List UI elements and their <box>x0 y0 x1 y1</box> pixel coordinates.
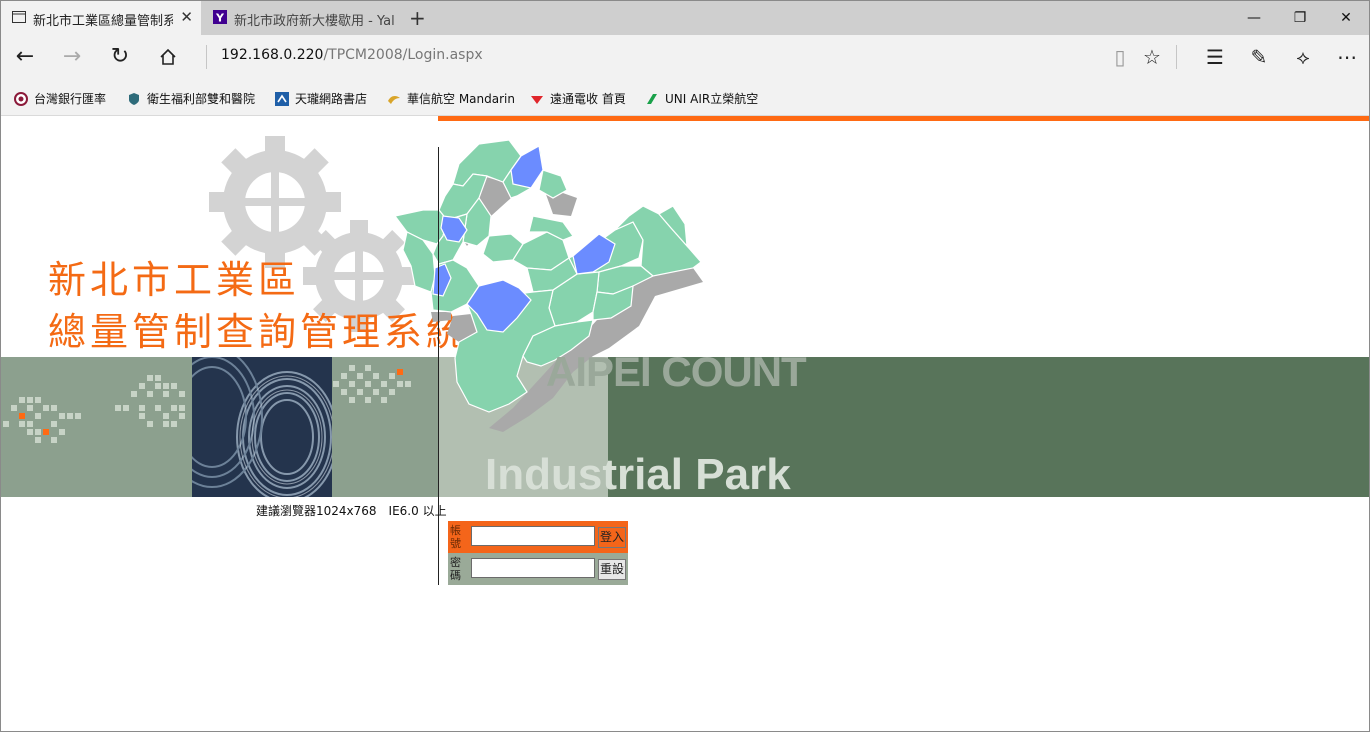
login-page: 新北市工業區 總量管制查詢管理系統 AIPEI COUNT Industrial… <box>1 116 1369 731</box>
browser-recommendation: 建議瀏覽器1024x768 IE6.0 以上 <box>256 504 447 518</box>
favorite-label: 華信航空 Mandarin <box>407 92 515 106</box>
password-label: 密碼 <box>450 556 461 582</box>
favorite-label: 台灣銀行匯率 <box>34 92 107 106</box>
svg-text:Y: Y <box>215 12 225 25</box>
close-window-button[interactable]: ✕ <box>1323 1 1369 35</box>
favorite-label: UNI AIR立榮航空 <box>665 92 759 106</box>
uni-air-icon <box>647 94 657 104</box>
page-icon <box>12 11 26 23</box>
refresh-button[interactable]: ↻ <box>105 43 135 71</box>
home-button[interactable] <box>153 43 183 71</box>
steel-wire-graphic <box>192 357 332 497</box>
favorite-label: 衛生福利部雙和醫院 <box>147 92 256 106</box>
back-button[interactable]: ← <box>10 43 40 71</box>
favorites-bar: 台灣銀行匯率 衛生福利部雙和醫院 天瓏網路書店 華信航空 Mandarin 遠通… <box>1 79 1369 116</box>
reading-view-icon[interactable]: ▯ <box>1105 43 1135 71</box>
favorite-item[interactable]: 台灣銀行匯率 <box>14 90 106 107</box>
divider-line <box>438 147 439 585</box>
mandarin-airlines-icon <box>388 96 400 104</box>
bank-of-taiwan-icon <box>14 92 28 106</box>
favorite-item[interactable]: 天瓏網路書店 <box>275 90 367 107</box>
login-button[interactable]: 登入 <box>598 527 626 548</box>
separator <box>206 45 207 69</box>
account-row: 帳號 登入 <box>448 521 628 553</box>
address-toolbar: ← → ↻ 192.168.0.220/TPCM2008/Login.aspx … <box>1 35 1369 79</box>
new-tab-button[interactable]: + <box>409 6 426 30</box>
account-input[interactable] <box>471 526 595 546</box>
favorite-label: 天瓏網路書店 <box>295 92 368 106</box>
hub-icon[interactable]: ☰ <box>1200 43 1230 71</box>
url-path: /TPCM2008/Login.aspx <box>323 47 483 63</box>
fetc-icon <box>531 96 543 104</box>
tab-title: 新北市政府新大樓歇用 - Yal <box>234 14 394 29</box>
login-form: 帳號 登入 密碼 重設 <box>448 521 628 585</box>
reset-button[interactable]: 重設 <box>598 559 626 580</box>
banner-text-industrial: Industrial Park <box>485 450 791 499</box>
more-icon[interactable]: ⋯ <box>1332 43 1362 71</box>
forward-button[interactable]: → <box>57 43 87 71</box>
separator <box>1176 45 1177 69</box>
favorite-star-icon[interactable]: ☆ <box>1137 43 1167 71</box>
banner-text-county: AIPEI COUNT <box>546 348 807 395</box>
password-input[interactable] <box>471 558 595 578</box>
share-icon[interactable]: ⟡ <box>1288 43 1318 71</box>
url-host: 192.168.0.220 <box>221 47 324 63</box>
favorite-item[interactable]: UNI AIR立榮航空 <box>645 90 758 107</box>
web-note-icon[interactable]: ✎ <box>1244 43 1274 71</box>
password-row: 密碼 重設 <box>448 553 628 585</box>
tab-inactive[interactable]: Y 新北市政府新大樓歇用 - Yal <box>202 1 402 35</box>
bookstore-icon <box>275 92 289 106</box>
account-label: 帳號 <box>450 524 461 550</box>
system-title-line1: 新北市工業區 <box>48 258 301 302</box>
address-field[interactable]: 192.168.0.220/TPCM2008/Login.aspx <box>221 47 483 63</box>
tab-strip: 新北市工業區總量管制系 ✕ Y 新北市政府新大樓歇用 - Yal + — ❐ ✕ <box>1 1 1369 35</box>
favorite-item[interactable]: 衛生福利部雙和醫院 <box>127 90 255 107</box>
restore-button[interactable]: ❐ <box>1277 1 1323 35</box>
favorite-label: 遠通電收 首頁 <box>550 92 626 106</box>
hospital-shield-icon <box>129 93 139 105</box>
yahoo-icon: Y <box>213 10 227 24</box>
steel-wire-photo <box>192 357 332 497</box>
favorite-item[interactable]: 遠通電收 首頁 <box>530 90 626 107</box>
minimize-button[interactable]: — <box>1231 1 1277 35</box>
home-icon <box>160 48 176 65</box>
browser-window: 新北市工業區總量管制系 ✕ Y 新北市政府新大樓歇用 - Yal + — ❐ ✕… <box>0 0 1370 732</box>
favorite-item[interactable]: 華信航空 Mandarin <box>387 90 515 107</box>
header-accent-bar <box>438 116 1369 121</box>
tab-active[interactable]: 新北市工業區總量管制系 ✕ <box>1 1 201 35</box>
tab-title: 新北市工業區總量管制系 <box>33 14 173 29</box>
tab-close-icon[interactable]: ✕ <box>180 8 193 26</box>
